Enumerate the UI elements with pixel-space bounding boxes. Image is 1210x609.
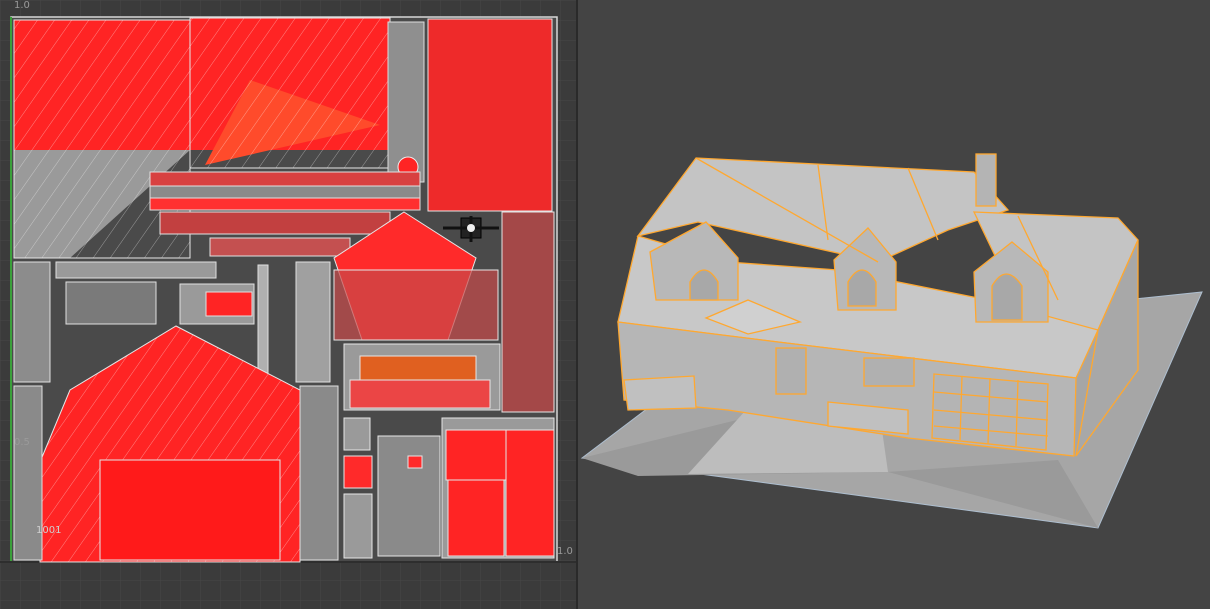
uv-axis-label-top: 1.0 <box>14 0 30 11</box>
uv-editor-viewport[interactable]: 1.0 0.5 1001 1.0 <box>0 0 576 609</box>
uv-canvas[interactable] <box>0 0 576 609</box>
uv-axis-label-mid: 0.5 <box>14 437 30 448</box>
scene-canvas[interactable] <box>578 0 1210 609</box>
uv-axis-label-right: 1.0 <box>557 546 573 557</box>
uv-shell-roof-upper[interactable] <box>189 17 425 183</box>
perspective-viewport[interactable] <box>578 0 1210 609</box>
uv-shell-dormer[interactable] <box>333 211 555 413</box>
uv-udim-label: 1001 <box>36 525 62 536</box>
uv-shell-wall-solid[interactable] <box>427 18 553 212</box>
